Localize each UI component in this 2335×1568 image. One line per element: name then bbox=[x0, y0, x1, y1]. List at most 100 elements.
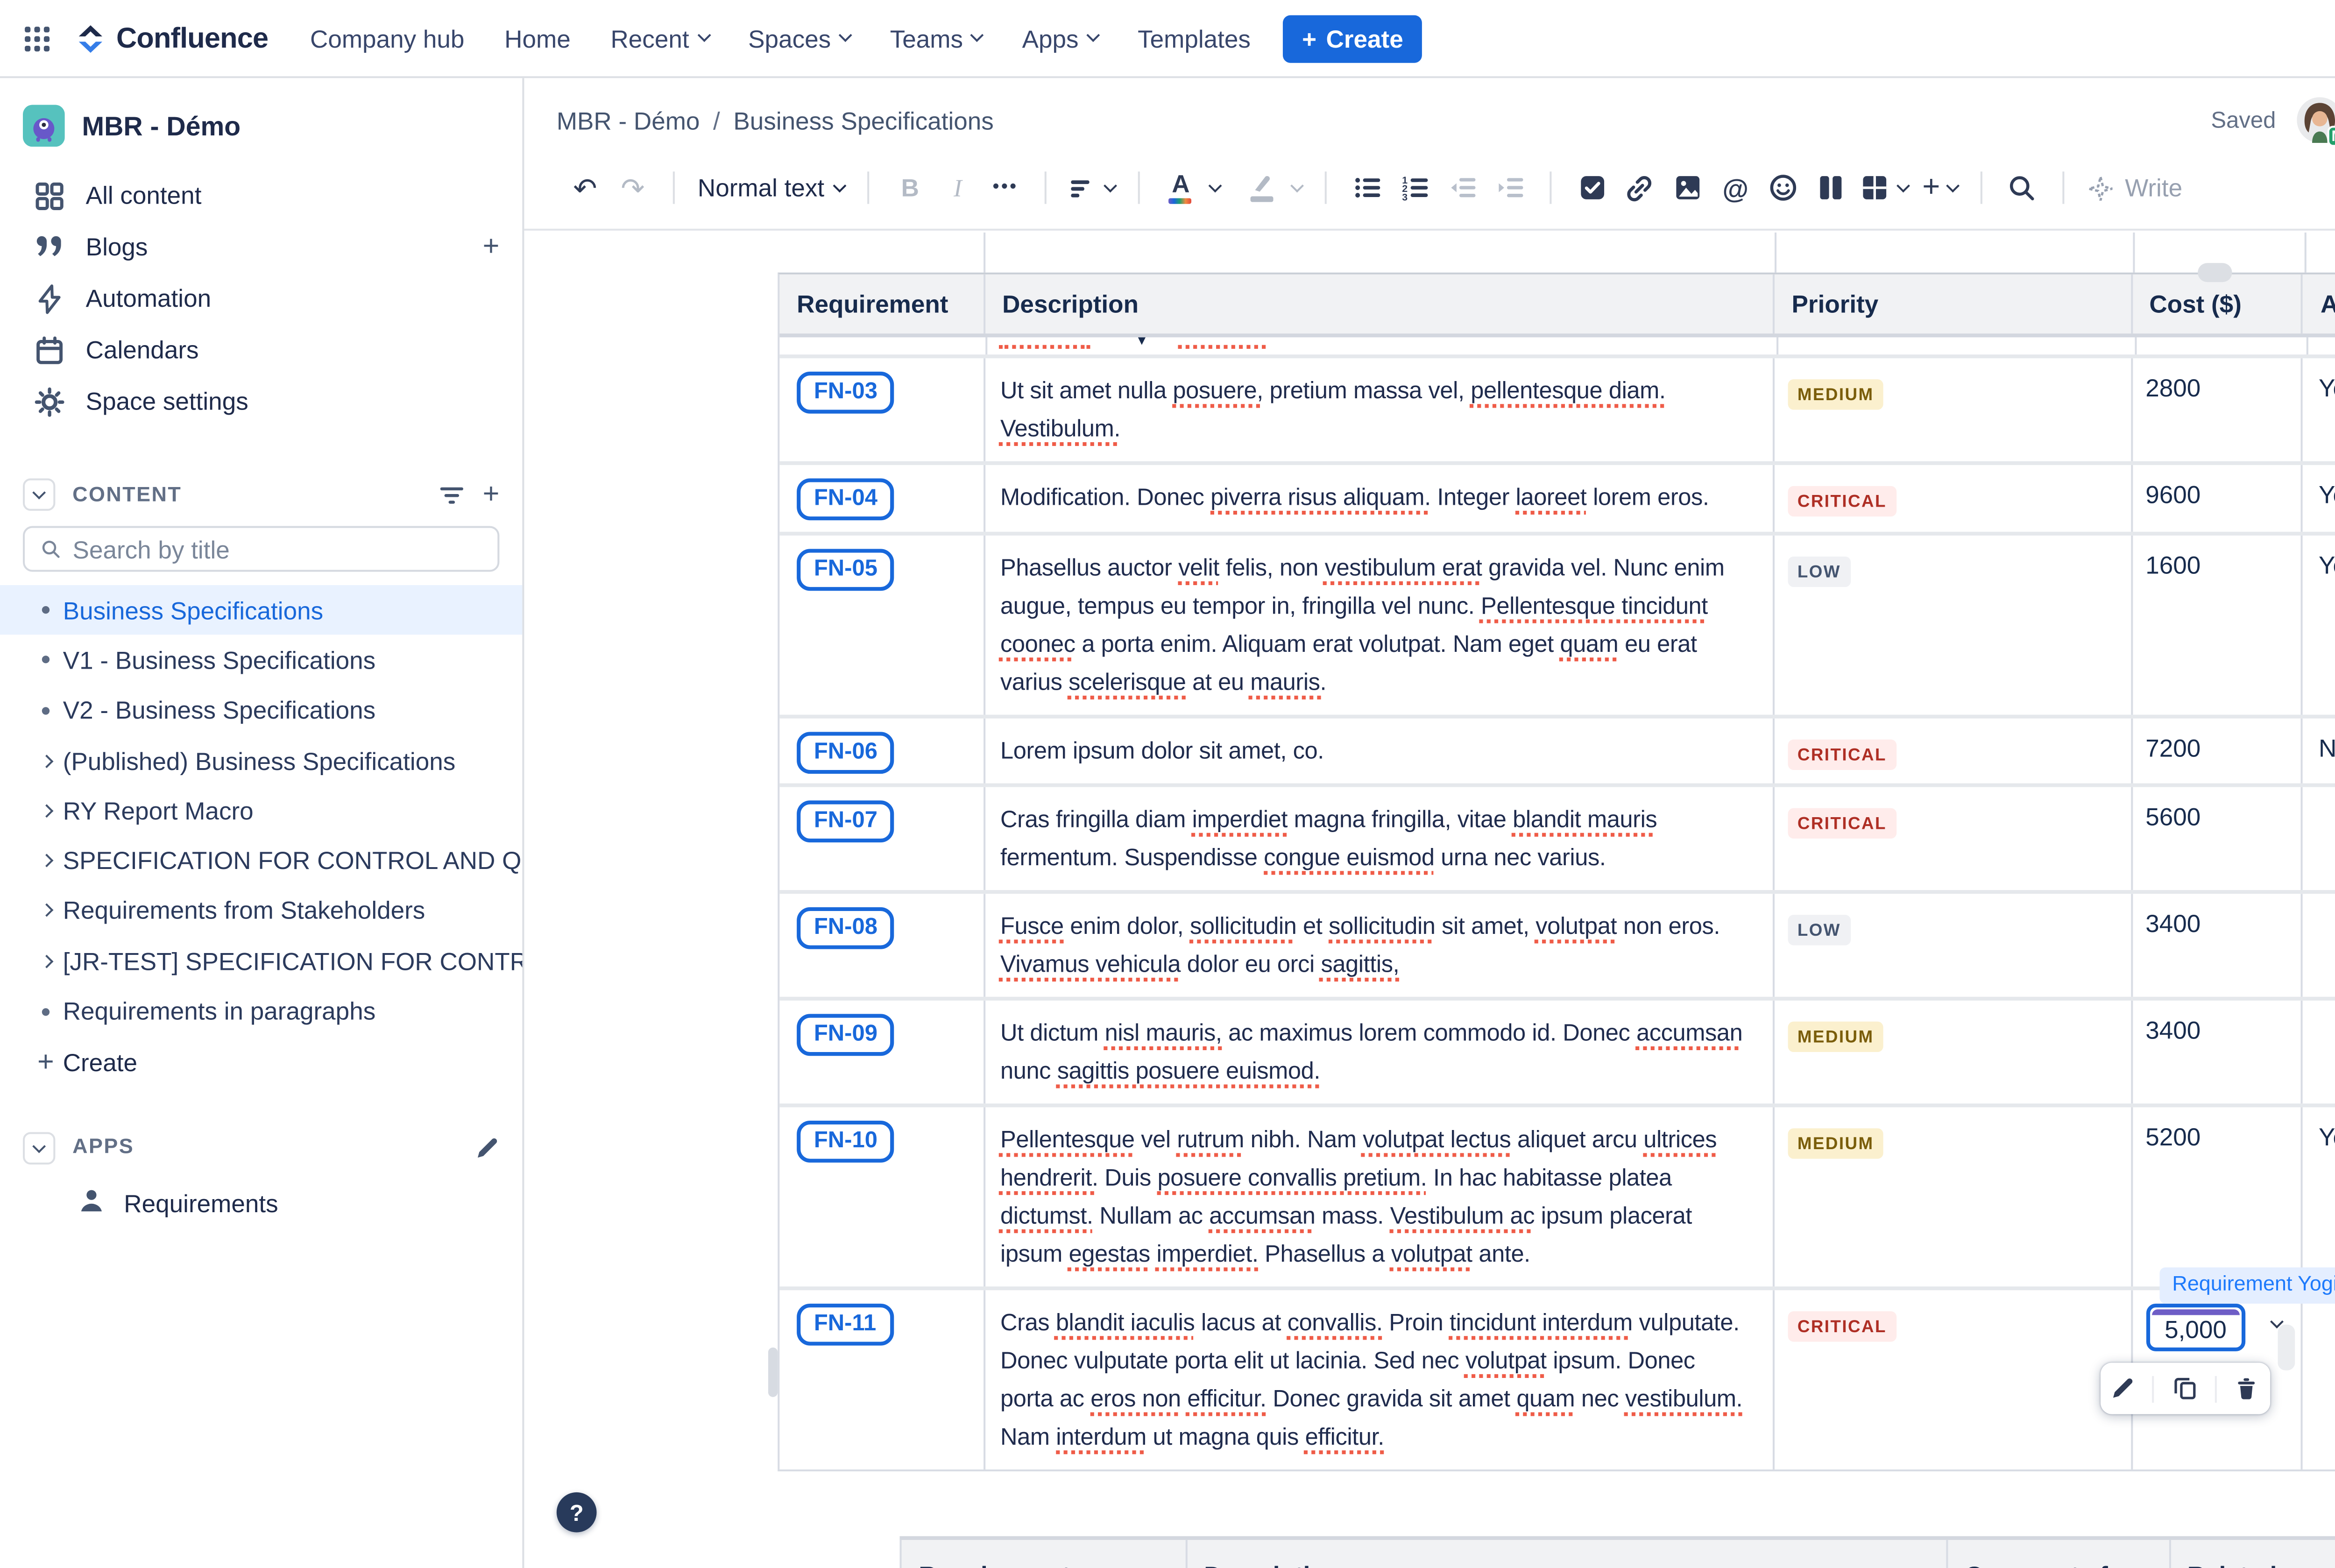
priority-cell[interactable]: CRITICAL bbox=[1775, 465, 2132, 532]
requirement-cell[interactable]: FN-04 bbox=[779, 465, 985, 532]
requirement-cell[interactable]: FN-10 bbox=[779, 1107, 985, 1286]
column-header-description[interactable]: Description bbox=[985, 275, 1774, 334]
filter-icon[interactable] bbox=[439, 481, 466, 508]
undo-icon[interactable]: ↶ bbox=[568, 167, 602, 209]
priority-badge[interactable]: MEDIUM bbox=[1788, 1022, 1883, 1052]
active-cell[interactable] bbox=[2303, 787, 2335, 890]
sidebar-item-calendars[interactable]: Calendars bbox=[0, 324, 522, 375]
sidebar-item-all-content[interactable]: All content bbox=[0, 170, 522, 221]
text-color-dropdown[interactable]: A bbox=[1164, 167, 1198, 209]
requirement-cell[interactable]: FN-09 bbox=[779, 1001, 985, 1103]
active-cell[interactable] bbox=[2303, 894, 2335, 996]
sidebar-item-blogs[interactable]: Blogs+ bbox=[0, 221, 522, 272]
bullet-list-icon[interactable] bbox=[1351, 167, 1385, 209]
description-cell[interactable]: Ut dictum nisl mauris, ac maximus lorem … bbox=[985, 1001, 1774, 1103]
column-header-active[interactable]: Active bbox=[2303, 275, 2335, 334]
outdent-icon[interactable] bbox=[1446, 167, 1480, 209]
italic-icon[interactable]: I bbox=[941, 167, 975, 209]
priority-cell[interactable]: LOW bbox=[1775, 536, 2132, 715]
search-by-title-input[interactable] bbox=[73, 535, 482, 563]
cost-cell[interactable]: 1600 bbox=[2132, 536, 2304, 715]
add-blog-icon[interactable]: + bbox=[483, 231, 500, 263]
requirement-pill[interactable]: FN-07 bbox=[797, 800, 895, 842]
requirement-cell[interactable]: FN-07 bbox=[779, 787, 985, 890]
priority-badge[interactable]: MEDIUM bbox=[1788, 379, 1883, 410]
breadcrumb-page[interactable]: Business Specifications bbox=[733, 106, 993, 134]
active-cell[interactable]: No bbox=[2303, 719, 2335, 784]
column-drag-handle[interactable] bbox=[2198, 263, 2232, 282]
expand-chevron-icon[interactable] bbox=[28, 906, 63, 915]
text-style-dropdown[interactable]: Normal text bbox=[698, 173, 845, 202]
sidebar-create-page[interactable]: +Create bbox=[0, 1036, 522, 1088]
task-list-icon[interactable] bbox=[1575, 167, 1609, 209]
sidebar-item-space-settings[interactable]: Space settings bbox=[0, 375, 522, 427]
active-cell[interactable]: Yes bbox=[2303, 536, 2335, 715]
expand-chevron-icon[interactable] bbox=[28, 956, 63, 966]
page-tree-item[interactable]: V2 - Business Specifications bbox=[0, 685, 522, 735]
more-formatting-icon[interactable]: ••• bbox=[988, 167, 1022, 209]
edit-apps-pencil-icon[interactable] bbox=[474, 1135, 499, 1160]
requirement-cell[interactable]: FN-08 bbox=[779, 894, 985, 996]
requirement-pill[interactable]: FN-11 bbox=[797, 1304, 893, 1346]
cost-cell[interactable]: Requirement Yogi calculation5,000 bbox=[2132, 1290, 2304, 1469]
sidebar-app-requirements[interactable]: Requirements bbox=[0, 1179, 522, 1229]
active-cell[interactable] bbox=[2303, 1001, 2335, 1103]
priority-badge[interactable]: CRITICAL bbox=[1788, 486, 1896, 516]
priority-cell[interactable]: CRITICAL bbox=[1775, 1290, 2132, 1469]
top-nav-item-company-hub[interactable]: Company hub bbox=[310, 24, 464, 52]
cost-cell[interactable]: 7200 bbox=[2132, 719, 2304, 784]
priority-badge[interactable]: CRITICAL bbox=[1788, 808, 1896, 839]
column-header-requirement[interactable]: Requirement bbox=[779, 275, 985, 334]
collaborator-avatar[interactable]: M bbox=[2297, 97, 2335, 143]
requirement-pill[interactable]: FN-10 bbox=[797, 1121, 895, 1163]
emoji-icon[interactable] bbox=[1766, 167, 1800, 209]
requirement-cell[interactable]: FN-11 bbox=[779, 1290, 985, 1469]
create-button[interactable]: +Create bbox=[1283, 14, 1422, 62]
description-cell[interactable]: Fusce enim dolor, sollicitudin et sollic… bbox=[985, 894, 1774, 996]
page-tree-item[interactable]: Requirements in paragraphs bbox=[0, 986, 522, 1036]
top-nav-item-apps[interactable]: Apps bbox=[1022, 24, 1098, 52]
page-tree-item[interactable]: Business Specifications bbox=[0, 585, 522, 635]
document-canvas[interactable]: ↗BR-0 RequirementDescriptionPriorityCost… bbox=[524, 213, 2335, 1568]
description-cell[interactable]: Ut sit amet nulla posuere, pretium massa… bbox=[985, 358, 1774, 461]
breadcrumb-space[interactable]: MBR - Démo bbox=[557, 106, 700, 134]
requirement-pill[interactable]: FN-05 bbox=[797, 549, 895, 591]
numbered-list-icon[interactable]: 123 bbox=[1398, 167, 1432, 209]
expand-chevron-icon[interactable] bbox=[28, 806, 63, 815]
requirement-pill[interactable]: FN-09 bbox=[797, 1014, 895, 1056]
column-header-cost[interactable]: Cost ($) bbox=[2132, 275, 2304, 334]
priority-cell[interactable]: MEDIUM bbox=[1775, 1107, 2132, 1286]
collapse-content-icon[interactable] bbox=[23, 478, 55, 510]
active-cell[interactable]: Yes bbox=[2303, 465, 2335, 532]
highlight-color-dropdown[interactable] bbox=[1245, 167, 1280, 209]
expand-chevron-icon[interactable] bbox=[28, 856, 63, 865]
description-cell[interactable]: Phasellus auctor velit felis, non vestib… bbox=[985, 536, 1774, 715]
collapse-apps-icon[interactable] bbox=[23, 1131, 55, 1164]
column-header-priority[interactable]: Priority bbox=[1775, 275, 2132, 334]
requirement-cell[interactable]: FN-05 bbox=[779, 536, 985, 715]
top-nav-item-teams[interactable]: Teams bbox=[890, 24, 982, 52]
page-tree-item[interactable]: RY Report Macro bbox=[0, 785, 522, 835]
insert-image-icon[interactable] bbox=[1670, 167, 1705, 209]
insert-more-dropdown[interactable]: + bbox=[1922, 167, 1957, 209]
confluence-logo[interactable]: Confluence bbox=[74, 22, 268, 54]
priority-cell[interactable]: CRITICAL bbox=[1775, 719, 2132, 784]
layouts-icon[interactable] bbox=[1814, 167, 1848, 209]
description-cell[interactable]: Pellentesque vel rutrum nibh. Nam volutp… bbox=[985, 1107, 1774, 1286]
delete-button[interactable] bbox=[2224, 1369, 2270, 1409]
ai-write-button[interactable]: Write bbox=[2087, 173, 2183, 202]
edit-pencil-button[interactable] bbox=[2100, 1369, 2145, 1409]
row-drag-handle[interactable] bbox=[768, 1348, 778, 1397]
bold-icon[interactable]: B bbox=[893, 167, 927, 209]
requirement-pill[interactable]: FN-03 bbox=[797, 372, 895, 414]
description-cell[interactable]: Lorem ipsum dolor sit amet, co. bbox=[985, 719, 1774, 784]
priority-cell[interactable]: MEDIUM bbox=[1775, 358, 2132, 461]
top-nav-item-templates[interactable]: Templates bbox=[1138, 24, 1251, 52]
space-header[interactable]: MBR - Démo bbox=[0, 95, 522, 170]
requirement-cell[interactable]: FN-03 bbox=[779, 358, 985, 461]
priority-badge[interactable]: LOW bbox=[1788, 915, 1850, 945]
priority-cell[interactable]: CRITICAL bbox=[1775, 787, 2132, 890]
sidebar-search[interactable] bbox=[23, 526, 499, 572]
priority-badge[interactable]: CRITICAL bbox=[1788, 740, 1896, 770]
description-cell[interactable]: Cras fringilla diam imperdiet magna frin… bbox=[985, 787, 1774, 890]
